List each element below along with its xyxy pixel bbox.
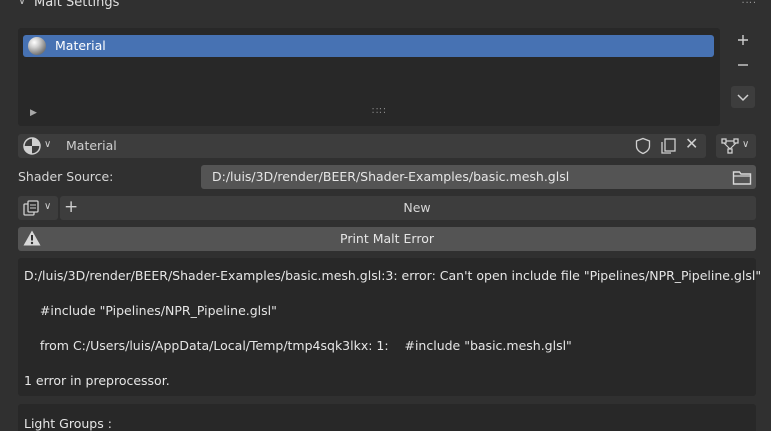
error-log-line: D:/luis/3D/render/BEER/Shader-Examples/b… — [24, 268, 762, 283]
list-item-label: Material — [55, 38, 106, 53]
add-slot-button[interactable] — [731, 29, 755, 51]
list-resize-grip-icon[interactable]: ∷∷ — [372, 106, 387, 117]
material-selector[interactable] — [18, 134, 706, 158]
shader-source-path[interactable]: D:/luis/3D/render/BEER/Shader-Examples/b… — [212, 169, 569, 184]
plus-icon — [738, 35, 748, 45]
print-malt-error-label: Print Malt Error — [340, 231, 434, 246]
light-groups-label: Light Groups : — [24, 416, 112, 431]
error-log-line: from C:/Users/luis/AppData/Local/Temp/tm… — [24, 338, 572, 353]
light-groups-box — [18, 404, 756, 431]
minus-icon — [738, 64, 748, 66]
drag-grip-icon[interactable]: ∷∷ — [742, 0, 757, 7]
close-icon[interactable]: ✕ — [685, 134, 698, 153]
material-name[interactable]: Material — [66, 138, 117, 153]
chevron-down-icon[interactable]: ∨ — [44, 201, 51, 212]
fake-user-shield-icon[interactable] — [634, 137, 652, 155]
new-button-label: New — [403, 200, 431, 215]
list-item[interactable] — [23, 35, 714, 57]
error-log-line: #include "Pipelines/NPR_Pipeline.glsl" — [24, 303, 277, 318]
remove-slot-button[interactable] — [731, 54, 755, 76]
chevron-down-icon[interactable]: ∨ — [742, 139, 749, 150]
panel-title: Malt Settings — [34, 0, 120, 10]
shader-source-label: Shader Source: — [18, 169, 114, 184]
node-tree-icon — [721, 138, 739, 154]
slot-specials-button[interactable] — [731, 86, 755, 108]
error-log-line: 1 error in preprocessor. — [24, 373, 170, 388]
chevron-down-icon[interactable]: ∨ — [44, 139, 51, 150]
material-sphere-icon — [28, 37, 46, 55]
collapse-chevron-icon[interactable]: ∨ — [18, 0, 26, 7]
filter-expand-icon[interactable]: ▶ — [30, 108, 37, 118]
text-block-icon — [23, 200, 39, 216]
duplicate-icon[interactable] — [659, 137, 677, 155]
material-browse-icon[interactable] — [22, 136, 42, 156]
folder-icon[interactable] — [732, 168, 752, 186]
chevron-down-icon — [737, 94, 749, 102]
